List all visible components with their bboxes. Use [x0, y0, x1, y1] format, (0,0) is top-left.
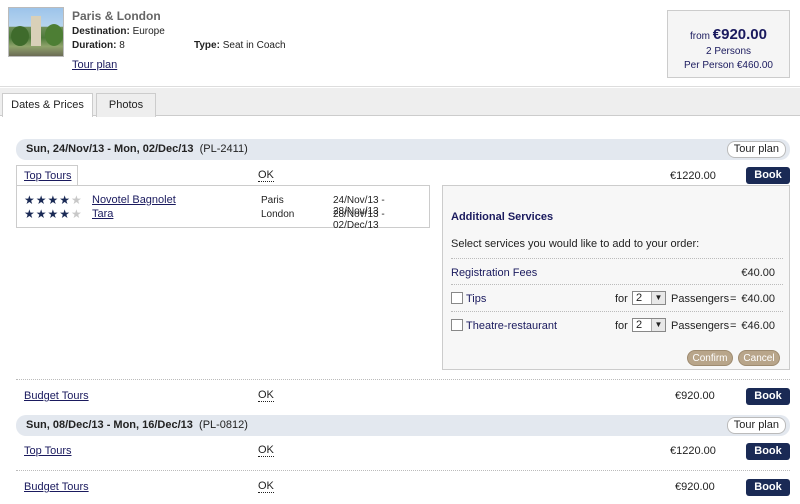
- star-rating-icon: ★★★★★: [24, 207, 83, 221]
- tab-dates-prices[interactable]: Dates & Prices: [2, 93, 93, 117]
- book-button[interactable]: Book: [746, 388, 790, 405]
- tier-price: €920.00: [675, 481, 715, 493]
- confirm-button[interactable]: Confirm: [687, 350, 733, 366]
- tier-row: Budget Tours OK €920.00: [16, 385, 790, 407]
- cancel-button[interactable]: Cancel: [738, 350, 780, 366]
- availability-status: OK: [258, 389, 274, 402]
- tier-price: €920.00: [675, 390, 715, 402]
- hotel-list: ★★★★★ Novotel Bagnolet Paris 24/Nov/13 -…: [16, 185, 431, 232]
- book-button[interactable]: Book: [746, 479, 790, 496]
- date-bar: Sun, 08/Dec/13 - Mon, 16/Dec/13 (PL-0812…: [16, 415, 790, 436]
- hotel-city: Paris: [261, 195, 284, 206]
- date-bar: Sun, 24/Nov/13 - Mon, 02/Dec/13 (PL-2411…: [16, 139, 790, 160]
- tour-thumbnail[interactable]: [8, 7, 64, 57]
- tour-header: Paris & London Destination: Europe Durat…: [0, 0, 800, 87]
- type-row: Type: Seat in Coach: [194, 40, 286, 51]
- tips-checkbox[interactable]: [451, 292, 463, 304]
- tour-plan-button[interactable]: Tour plan: [726, 141, 786, 158]
- tier-link-top-tours[interactable]: Top Tours: [24, 445, 72, 457]
- destination-row: Destination: Europe: [72, 26, 165, 37]
- hotel-row: ★★★★★ Tara London 28/Nov/13 - 02/Dec/13: [17, 207, 431, 232]
- services-title: Additional Services: [451, 211, 554, 223]
- price-summary: from €920.00 2 Persons Per Person €460.0…: [667, 10, 790, 78]
- availability-status: OK: [258, 444, 274, 457]
- hotel-dates: 28/Nov/13 - 02/Dec/13: [333, 209, 385, 231]
- hotel-city: London: [261, 209, 295, 220]
- tier-link-budget-tours[interactable]: Budget Tours: [24, 481, 89, 493]
- tab-strip: Dates & Prices Photos: [0, 88, 800, 117]
- theatre-qty-select[interactable]: 2 ▼: [632, 318, 666, 332]
- tier-price: €1220.00: [670, 170, 716, 182]
- book-button[interactable]: Book: [746, 167, 790, 184]
- availability-status: OK: [258, 480, 274, 493]
- theatre-checkbox[interactable]: [451, 319, 463, 331]
- availability-status: OK: [258, 169, 274, 182]
- tips-qty-select[interactable]: 2 ▼: [632, 291, 666, 305]
- persons-count: 2 Persons: [705, 46, 752, 57]
- hotel-row: ★★★★★ Novotel Bagnolet Paris 24/Nov/13 -…: [17, 193, 431, 218]
- services-hint: Select services you would like to add to…: [451, 238, 700, 250]
- service-row-tips: Tips for 2 ▼ Passengers = €40.00: [451, 291, 783, 307]
- hotel-link[interactable]: Novotel Bagnolet: [92, 194, 176, 206]
- total-price: €920.00: [712, 26, 767, 43]
- tier-link-budget-tours[interactable]: Budget Tours: [24, 390, 89, 402]
- tier-row: Top Tours OK €1220.00: [16, 165, 790, 187]
- per-person-price: Per Person €460.00: [684, 60, 773, 71]
- hotel-link[interactable]: Tara: [92, 208, 113, 220]
- tier-row: Budget Tours OK €920.00: [16, 476, 790, 498]
- service-row-registration: Registration Fees €40.00: [451, 267, 775, 279]
- tour-plan-button[interactable]: Tour plan: [726, 417, 786, 434]
- additional-services-panel: Additional Services Select services you …: [442, 185, 790, 370]
- chevron-down-icon: ▼: [651, 319, 665, 331]
- tour-title: Paris & London: [72, 9, 161, 23]
- service-row-theatre: Theatre-restaurant for 2 ▼ Passengers = …: [451, 318, 783, 334]
- duration-row: Duration: 8: [72, 40, 125, 51]
- book-button[interactable]: Book: [746, 443, 790, 460]
- chevron-down-icon: ▼: [651, 292, 665, 304]
- tier-row: Top Tours OK €1220.00: [16, 440, 790, 462]
- star-rating-icon: ★★★★★: [24, 193, 83, 207]
- tier-link-top-tours[interactable]: Top Tours: [24, 170, 72, 182]
- tour-plan-link[interactable]: Tour plan: [72, 59, 117, 71]
- tier-price: €1220.00: [670, 445, 716, 457]
- tab-photos[interactable]: Photos: [96, 93, 156, 117]
